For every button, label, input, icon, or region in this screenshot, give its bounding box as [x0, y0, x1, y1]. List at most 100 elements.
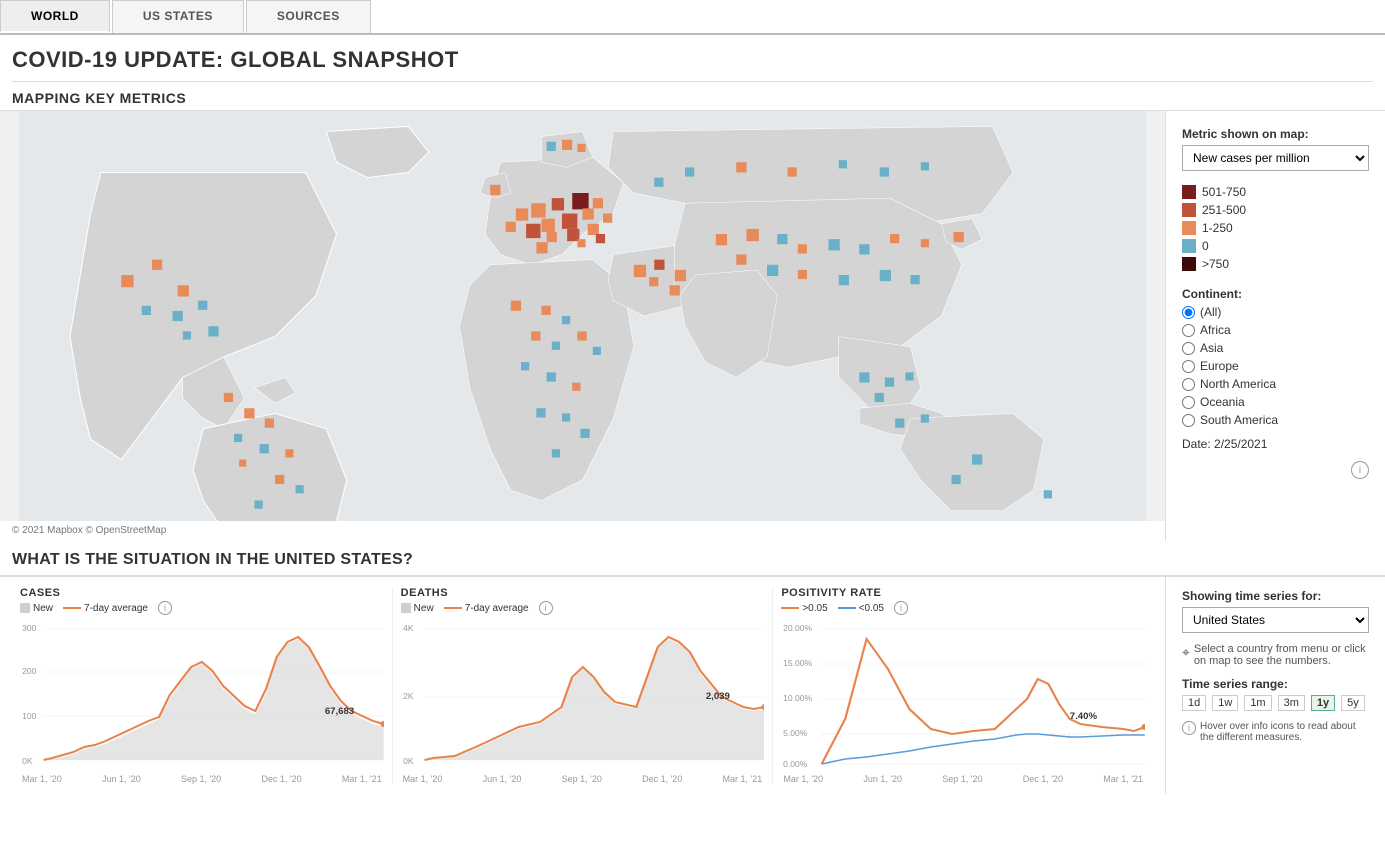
cases-new-label: New	[33, 603, 53, 614]
map-legend: 501-750 251-500 1-250 0 >750	[1182, 185, 1369, 271]
tab-sources[interactable]: SOURCES	[246, 0, 371, 33]
legend-color-0	[1182, 239, 1196, 253]
bottom-sidebar: Showing time series for: United States ⌖…	[1165, 577, 1385, 794]
hover-hint-text: Hover over info icons to read about the …	[1200, 721, 1369, 743]
legend-label-501: 501-750	[1202, 185, 1246, 199]
time-range-label: Time series range:	[1182, 677, 1369, 691]
deaths-info-icon[interactable]: i	[539, 601, 553, 615]
deaths-chart-block: DEATHS New 7-day average i 4K 2K	[393, 587, 774, 784]
cases-line-icon	[63, 607, 81, 609]
legend-label-1: 1-250	[1202, 221, 1233, 235]
svg-text:4K: 4K	[403, 624, 414, 633]
cases-chart: 300 200 100 0K 67,683	[20, 619, 384, 774]
cases-legend: New 7-day average i	[20, 601, 384, 615]
continent-oceania[interactable]: Oceania	[1182, 395, 1369, 409]
time-btn-1y[interactable]: 1y	[1311, 695, 1335, 711]
map-sidebar: Metric shown on map: New cases per milli…	[1165, 111, 1385, 541]
legend-label-750: >750	[1202, 257, 1229, 271]
map-date: Date: 2/25/2021	[1182, 437, 1369, 451]
cases-legend-avg: 7-day average	[63, 603, 148, 614]
positivity-x-labels: Mar 1, '20Jun 1, '20Sep 1, '20Dec 1, '20…	[781, 774, 1145, 784]
situation-title: WHAT IS THE SITUATION IN THE UNITED STAT…	[0, 541, 1385, 575]
charts-area: CASES New 7-day average i 300	[0, 577, 1165, 794]
continent-label: Continent:	[1182, 287, 1369, 301]
positivity-info-icon[interactable]: i	[894, 601, 908, 615]
cursor-icon: ⌖	[1182, 644, 1190, 661]
svg-text:200: 200	[22, 667, 37, 676]
metric-label: Metric shown on map:	[1182, 127, 1369, 141]
positivity-legend-low: <0.05	[838, 603, 884, 614]
bottom-info-icon[interactable]: i	[1182, 721, 1196, 735]
cases-title: CASES	[20, 587, 384, 599]
legend-color-1	[1182, 221, 1196, 235]
continent-asia[interactable]: Asia	[1182, 341, 1369, 355]
continent-south-america[interactable]: South America	[1182, 413, 1369, 427]
deaths-legend: New 7-day average i	[401, 601, 765, 615]
map-info-icon[interactable]: i	[1351, 461, 1369, 479]
time-btn-3m[interactable]: 3m	[1278, 695, 1305, 711]
continent-europe[interactable]: Europe	[1182, 359, 1369, 373]
map-area: © 2021 Mapbox © OpenStreetMap	[0, 111, 1165, 541]
metric-select[interactable]: New cases per million	[1182, 145, 1369, 171]
legend-item-0: 0	[1182, 239, 1369, 253]
svg-text:0K: 0K	[403, 757, 414, 766]
positivity-low-label: <0.05	[859, 603, 884, 614]
showing-label: Showing time series for:	[1182, 589, 1369, 603]
tab-us-states[interactable]: US STATES	[112, 0, 244, 33]
map-attribution: © 2021 Mapbox © OpenStreetMap	[0, 521, 1165, 540]
deaths-title: DEATHS	[401, 587, 765, 599]
legend-item-501: 501-750	[1182, 185, 1369, 199]
positivity-legend-high: >0.05	[781, 603, 827, 614]
svg-text:100: 100	[22, 712, 37, 721]
svg-text:7.40%: 7.40%	[1070, 711, 1098, 721]
tab-world[interactable]: WORLD	[0, 0, 110, 33]
legend-color-251	[1182, 203, 1196, 217]
svg-text:67,683: 67,683	[325, 706, 354, 716]
deaths-chart: 4K 2K 0K 2,039	[401, 619, 765, 774]
deaths-new-label: New	[414, 603, 434, 614]
svg-text:2,039: 2,039	[706, 691, 730, 701]
continent-all[interactable]: (All)	[1182, 305, 1369, 319]
time-btn-1d[interactable]: 1d	[1182, 695, 1206, 711]
legend-item-1: 1-250	[1182, 221, 1369, 235]
svg-text:0.00%: 0.00%	[783, 760, 808, 769]
hover-hint: i Hover over info icons to read about th…	[1182, 721, 1369, 743]
legend-label-0: 0	[1202, 239, 1209, 253]
deaths-line-icon	[444, 607, 462, 609]
positivity-legend: >0.05 <0.05 i	[781, 601, 1145, 615]
cases-bar-icon	[20, 603, 30, 613]
positivity-chart: 20.00% 15.00% 10.00% 5.00% 0.00%	[781, 619, 1145, 774]
legend-color-501	[1182, 185, 1196, 199]
time-btn-1m[interactable]: 1m	[1244, 695, 1271, 711]
svg-text:5.00%: 5.00%	[783, 729, 808, 738]
time-btn-5y[interactable]: 5y	[1341, 695, 1365, 711]
time-range-buttons: 1d 1w 1m 3m 1y 5y	[1182, 695, 1369, 711]
continent-filter: (All) Africa Asia Europe North America O…	[1182, 305, 1369, 427]
svg-text:10.00%: 10.00%	[783, 694, 813, 703]
svg-text:300: 300	[22, 624, 37, 633]
legend-item-251: 251-500	[1182, 203, 1369, 217]
cases-chart-block: CASES New 7-day average i 300	[12, 587, 393, 784]
deaths-legend-avg: 7-day average	[444, 603, 529, 614]
page-title: COVID-19 UPDATE: GLOBAL SNAPSHOT	[0, 35, 1385, 81]
tabs-container: WORLD US STATES SOURCES	[0, 0, 1385, 35]
legend-label-251: 251-500	[1202, 203, 1246, 217]
deaths-legend-new: New	[401, 603, 434, 614]
positivity-high-label: >0.05	[802, 603, 827, 614]
svg-text:2K: 2K	[403, 692, 414, 701]
cases-avg-label: 7-day average	[84, 603, 148, 614]
continent-north-america[interactable]: North America	[1182, 377, 1369, 391]
map-container[interactable]	[0, 111, 1165, 521]
cases-x-labels: Mar 1, '20Jun 1, '20Sep 1, '20Dec 1, '20…	[20, 774, 384, 784]
svg-text:0K: 0K	[22, 757, 33, 766]
cases-info-icon[interactable]: i	[158, 601, 172, 615]
select-hint: ⌖ Select a country from menu or click on…	[1182, 643, 1369, 667]
time-btn-1w[interactable]: 1w	[1212, 695, 1238, 711]
svg-text:20.00%: 20.00%	[783, 624, 813, 633]
continent-africa[interactable]: Africa	[1182, 323, 1369, 337]
positivity-chart-block: POSITIVITY RATE >0.05 <0.05 i 20.00%	[773, 587, 1153, 784]
deaths-avg-label: 7-day average	[465, 603, 529, 614]
map-section-title: MAPPING KEY METRICS	[0, 82, 1385, 110]
country-select[interactable]: United States	[1182, 607, 1369, 633]
svg-text:15.00%: 15.00%	[783, 659, 813, 668]
